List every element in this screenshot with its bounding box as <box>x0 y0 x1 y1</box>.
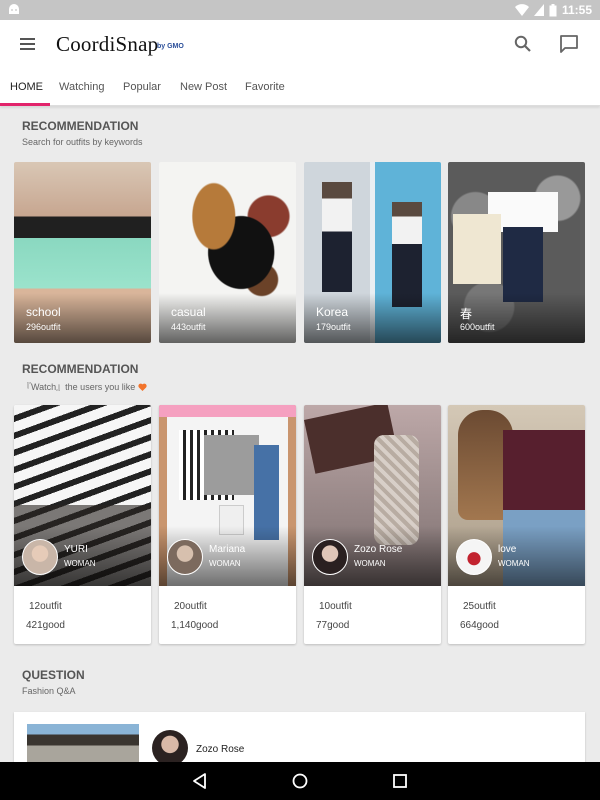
app-logo-sub: by GMO <box>157 43 184 50</box>
heart-icon <box>138 383 147 391</box>
category-name: school <box>26 305 61 319</box>
user-avatar <box>456 539 492 575</box>
user-good-count: 77good <box>316 620 350 631</box>
user-avatar <box>312 539 348 575</box>
section-title-question: QUESTION <box>22 668 85 682</box>
app-logo: CoordiSnap <box>56 32 159 56</box>
tab-watching[interactable]: Watching <box>59 81 104 93</box>
category-name: Korea <box>316 305 349 319</box>
user-gender: WOMAN <box>64 559 96 568</box>
category-count: 179outfit <box>316 322 351 332</box>
question-user-avatar <box>152 730 188 766</box>
home-icon[interactable] <box>290 771 310 791</box>
card-photo-figure <box>322 182 352 292</box>
section-subtitle-users: 『Watch』the users you like <box>22 380 147 393</box>
user-good-count: 664good <box>460 620 499 631</box>
user-card-mariana[interactable]: Mariana WOMAN 20outfit 1,140good <box>159 405 296 644</box>
user-outfit-count: 20outfit <box>174 601 207 612</box>
tab-bar: HOME Watching Popular New Post Favorite <box>0 68 600 106</box>
card-photo-overalls <box>503 227 543 302</box>
signal-icon <box>533 4 544 16</box>
user-gender: WOMAN <box>498 559 530 568</box>
user-name: love <box>498 544 517 555</box>
category-count: 296outfit <box>26 322 61 332</box>
section-subtitle-keywords: Search for outfits by keywords <box>22 137 143 147</box>
chat-icon[interactable] <box>558 33 580 55</box>
user-card-love[interactable]: love WOMAN 25outfit 664good <box>448 405 585 644</box>
question-user-name: Zozo Rose <box>196 744 245 755</box>
category-card-korea[interactable]: Korea 179outfit <box>304 162 441 343</box>
category-count: 600outfit <box>460 322 495 332</box>
category-card-school[interactable]: school 296outfit <box>14 162 151 343</box>
tab-popular[interactable]: Popular <box>123 81 161 93</box>
menu-icon[interactable] <box>18 35 38 53</box>
user-avatar <box>22 539 58 575</box>
android-icon <box>9 4 19 14</box>
system-nav-bar <box>0 762 600 800</box>
tab-favorite[interactable]: Favorite <box>245 81 285 93</box>
user-outfit-count: 25outfit <box>463 601 496 612</box>
category-count: 443outfit <box>171 322 206 332</box>
user-outfit-count: 12outfit <box>29 601 62 612</box>
section-subtitle-question: Fashion Q&A <box>22 686 76 696</box>
back-icon[interactable] <box>190 771 210 791</box>
category-card-spring[interactable]: 春 600outfit <box>448 162 585 343</box>
user-avatar <box>167 539 203 575</box>
tab-home[interactable]: HOME <box>10 81 43 93</box>
category-card-casual[interactable]: casual 443outfit <box>159 162 296 343</box>
section-title-keywords: RECOMMENDATION <box>22 119 139 133</box>
user-gender: WOMAN <box>354 559 386 568</box>
user-card-yuri[interactable]: YURI WOMAN 12outfit 421good <box>14 405 151 644</box>
user-good-count: 1,140good <box>171 620 219 631</box>
user-gender: WOMAN <box>209 559 241 568</box>
status-bar: 11:55 <box>0 0 600 20</box>
battery-icon <box>549 3 557 16</box>
user-name: Zozo Rose <box>354 544 403 555</box>
recents-icon[interactable] <box>390 771 410 791</box>
status-time: 11:55 <box>561 3 592 17</box>
wifi-icon <box>514 4 529 16</box>
card-photo-bag <box>453 214 501 284</box>
user-good-count: 421good <box>26 620 65 631</box>
section-subtitle-text: 『Watch』the users you like <box>22 382 136 392</box>
active-tab-indicator <box>0 103 50 106</box>
user-name: YURI <box>64 544 88 555</box>
app-bar: CoordiSnap by GMO <box>0 20 600 68</box>
user-card-zozo-rose[interactable]: Zozo Rose WOMAN 10outfit 77good <box>304 405 441 644</box>
tab-new-post[interactable]: New Post <box>180 81 227 93</box>
user-name: Mariana <box>209 544 246 555</box>
search-icon[interactable] <box>513 34 533 54</box>
card-photo-figure <box>392 202 422 307</box>
section-title-users: RECOMMENDATION <box>22 362 139 376</box>
user-outfit-count: 10outfit <box>319 601 352 612</box>
category-name: 春 <box>460 307 473 321</box>
category-name: casual <box>171 305 206 319</box>
